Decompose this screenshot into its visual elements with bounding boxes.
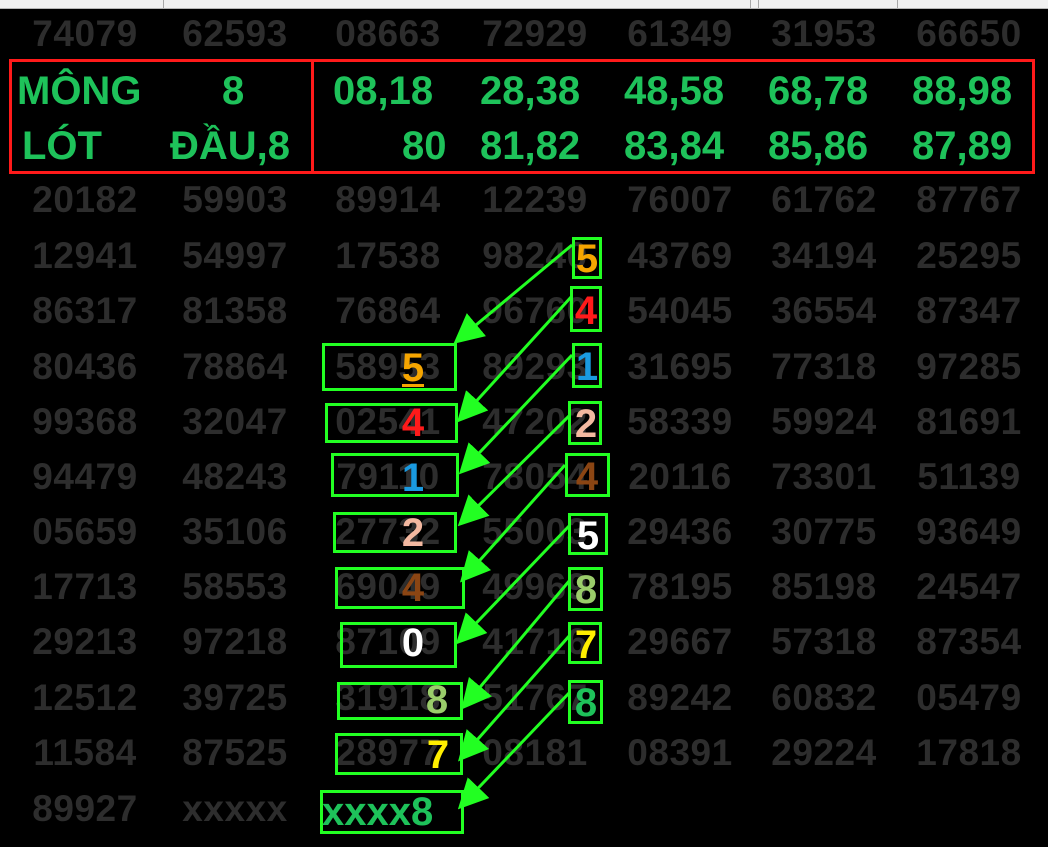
arrow [461, 579, 572, 710]
arrow [458, 353, 574, 475]
arrow [457, 690, 572, 810]
arrow [456, 294, 574, 423]
arrow [460, 464, 567, 583]
arrow [458, 634, 572, 762]
arrow [455, 523, 572, 645]
arrow [457, 413, 572, 527]
arrow [453, 243, 573, 344]
chain-arrows [453, 243, 574, 810]
